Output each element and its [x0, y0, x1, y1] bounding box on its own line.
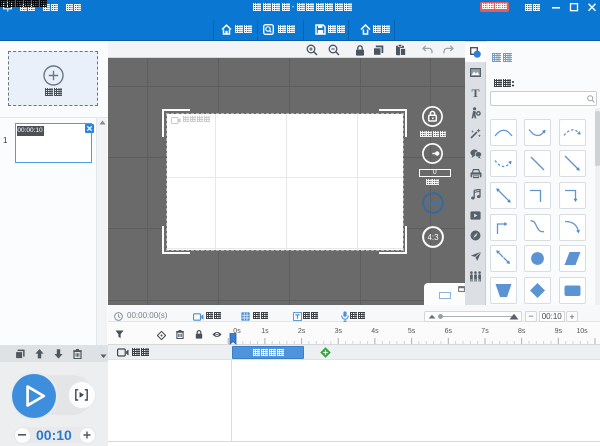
- svg-text:4:3: 4:3: [427, 233, 439, 242]
- svg-text:16:9: 16:9: [426, 200, 439, 207]
